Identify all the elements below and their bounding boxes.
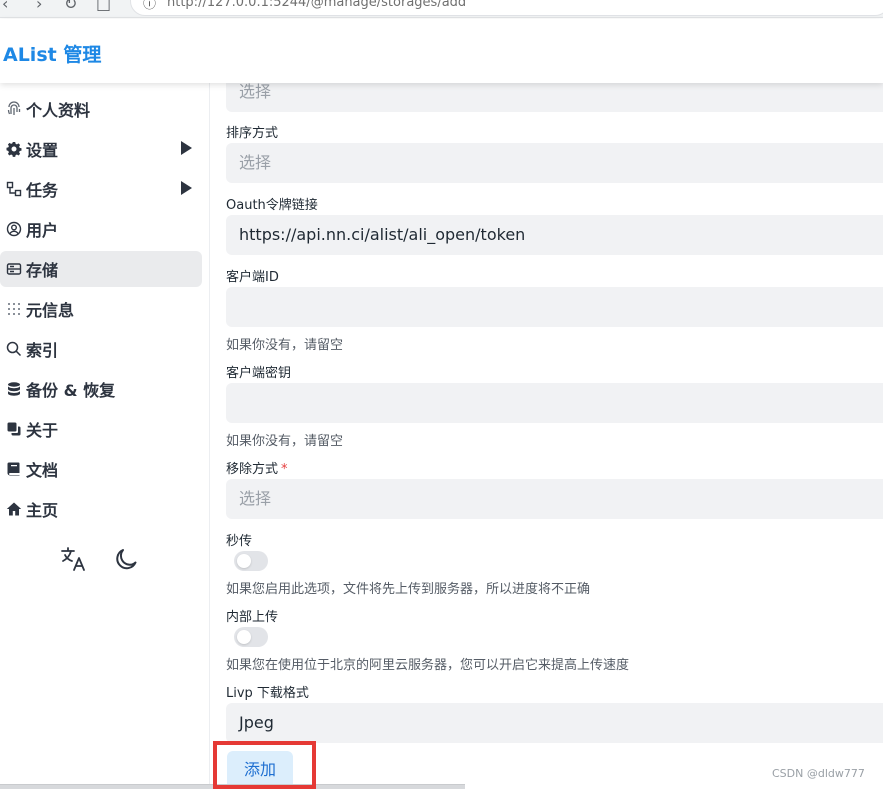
internal-upload-help: 如果您在使用位于北京的阿里云服务器，您可以开启它来提高上传速度 bbox=[226, 658, 630, 673]
sidebar-item-label: 文档 bbox=[26, 461, 59, 480]
livp-format-label: Livp 下载格式 bbox=[226, 686, 309, 701]
sidebar-item-label: 个人资料 bbox=[26, 101, 91, 120]
highlight-box bbox=[213, 741, 316, 789]
sidebar-item-label: 设置 bbox=[26, 141, 59, 160]
client-secret-label: 客户端密钥 bbox=[226, 366, 292, 381]
order-by-label: 排序方式 bbox=[226, 126, 279, 141]
sidebar-item-backup-restore[interactable]: 备份 & 恢复 bbox=[0, 371, 202, 407]
required-mark: * bbox=[281, 462, 288, 477]
sidebar-item-users[interactable]: 用户 bbox=[0, 211, 202, 247]
address-bar[interactable]: ⓘ http://127.0.0.1:5244/@manage/storages… bbox=[130, 0, 883, 16]
sidebar-tools bbox=[60, 545, 140, 577]
sidebar-item-docs[interactable]: 文档 bbox=[0, 451, 202, 487]
sidebar-item-label: 备份 & 恢复 bbox=[26, 381, 116, 400]
forward-icon[interactable]: › bbox=[36, 0, 42, 13]
user-icon bbox=[0, 221, 26, 237]
livp-format-input[interactable]: Jpeg bbox=[226, 703, 883, 743]
back-icon[interactable]: ‹ bbox=[2, 0, 8, 13]
page-title[interactable]: AList 管理 bbox=[3, 40, 101, 67]
app-header: AList 管理 bbox=[0, 19, 883, 83]
moon-icon[interactable] bbox=[112, 545, 140, 577]
sidebar-item-label: 任务 bbox=[26, 181, 59, 200]
sidebar-item-settings[interactable]: 设置 bbox=[0, 131, 202, 167]
sidebar-item-home[interactable]: 主页 bbox=[0, 491, 202, 527]
internal-upload-toggle[interactable] bbox=[234, 627, 268, 647]
home-icon bbox=[0, 501, 26, 517]
rapid-upload-toggle[interactable] bbox=[234, 551, 268, 571]
storage-form: 选择 排序方式 选择 Oauth令牌链接 https://api.nn.ci/a… bbox=[211, 72, 883, 789]
copy-icon bbox=[0, 421, 26, 437]
metadata-icon bbox=[0, 301, 26, 317]
sidebar-item-profile[interactable]: 个人资料 bbox=[0, 91, 202, 127]
sidebar-item-storage[interactable]: 存储 bbox=[0, 251, 202, 287]
oauth-url-input[interactable]: https://api.nn.ci/alist/ali_open/token bbox=[226, 215, 883, 255]
remove-way-select[interactable]: 选择 bbox=[226, 479, 883, 519]
internal-upload-label: 内部上传 bbox=[226, 610, 279, 625]
gear-icon bbox=[0, 141, 26, 157]
address-url[interactable]: http://127.0.0.1:5244/@manage/storages/a… bbox=[167, 0, 466, 10]
sidebar-item-label: 关于 bbox=[26, 421, 59, 440]
database-icon bbox=[0, 381, 26, 397]
browser-toolbar: ‹ › ↻ □ ⓘ http://127.0.0.1:5244/@manage/… bbox=[0, 0, 883, 18]
remove-way-label-text: 移除方式 bbox=[226, 462, 279, 477]
sidebar-item-label: 索引 bbox=[26, 341, 59, 360]
client-id-input[interactable] bbox=[226, 287, 883, 327]
sidebar-item-label: 用户 bbox=[26, 221, 59, 240]
reload-icon[interactable]: ↻ bbox=[64, 0, 77, 13]
sidebar-item-label: 主页 bbox=[26, 501, 59, 520]
search-icon bbox=[0, 341, 26, 357]
book-icon bbox=[0, 461, 26, 477]
rapid-upload-help: 如果您启用此选项，文件将先上传到服务器，所以进度将不正确 bbox=[226, 582, 591, 597]
client-id-help: 如果你没有，请留空 bbox=[226, 338, 344, 353]
client-secret-input[interactable] bbox=[226, 383, 883, 423]
sidebar-item-tasks[interactable]: 任务 bbox=[0, 171, 202, 207]
sidebar-item-index[interactable]: 索引 bbox=[0, 331, 202, 367]
client-secret-help: 如果你没有，请留空 bbox=[226, 434, 344, 449]
expand-caret-icon[interactable] bbox=[181, 181, 192, 195]
sidebar: 个人资料 设置 任务 用户 存储 元信息 索引 备份 & 恢复 关于 文档 主页 bbox=[0, 83, 210, 789]
tab-icon[interactable]: □ bbox=[96, 0, 111, 13]
sidebar-item-label: 元信息 bbox=[26, 301, 75, 320]
translate-icon[interactable] bbox=[60, 545, 88, 577]
order-by-select[interactable]: 选择 bbox=[226, 143, 883, 183]
info-icon: ⓘ bbox=[143, 0, 157, 12]
oauth-url-label: Oauth令牌链接 bbox=[226, 198, 318, 213]
expand-caret-icon[interactable] bbox=[181, 141, 192, 155]
sidebar-item-metadata[interactable]: 元信息 bbox=[0, 291, 202, 327]
watermark: CSDN @dldw777 bbox=[772, 767, 865, 780]
rapid-upload-label: 秒传 bbox=[226, 534, 253, 549]
remove-way-label: 移除方式 * bbox=[226, 458, 288, 477]
client-id-label: 客户端ID bbox=[226, 270, 279, 285]
sidebar-item-label: 存储 bbox=[26, 261, 59, 280]
sidebar-item-about[interactable]: 关于 bbox=[0, 411, 202, 447]
tasks-icon bbox=[0, 181, 26, 197]
fingerprint-icon bbox=[0, 101, 26, 117]
storage-icon bbox=[0, 261, 26, 277]
